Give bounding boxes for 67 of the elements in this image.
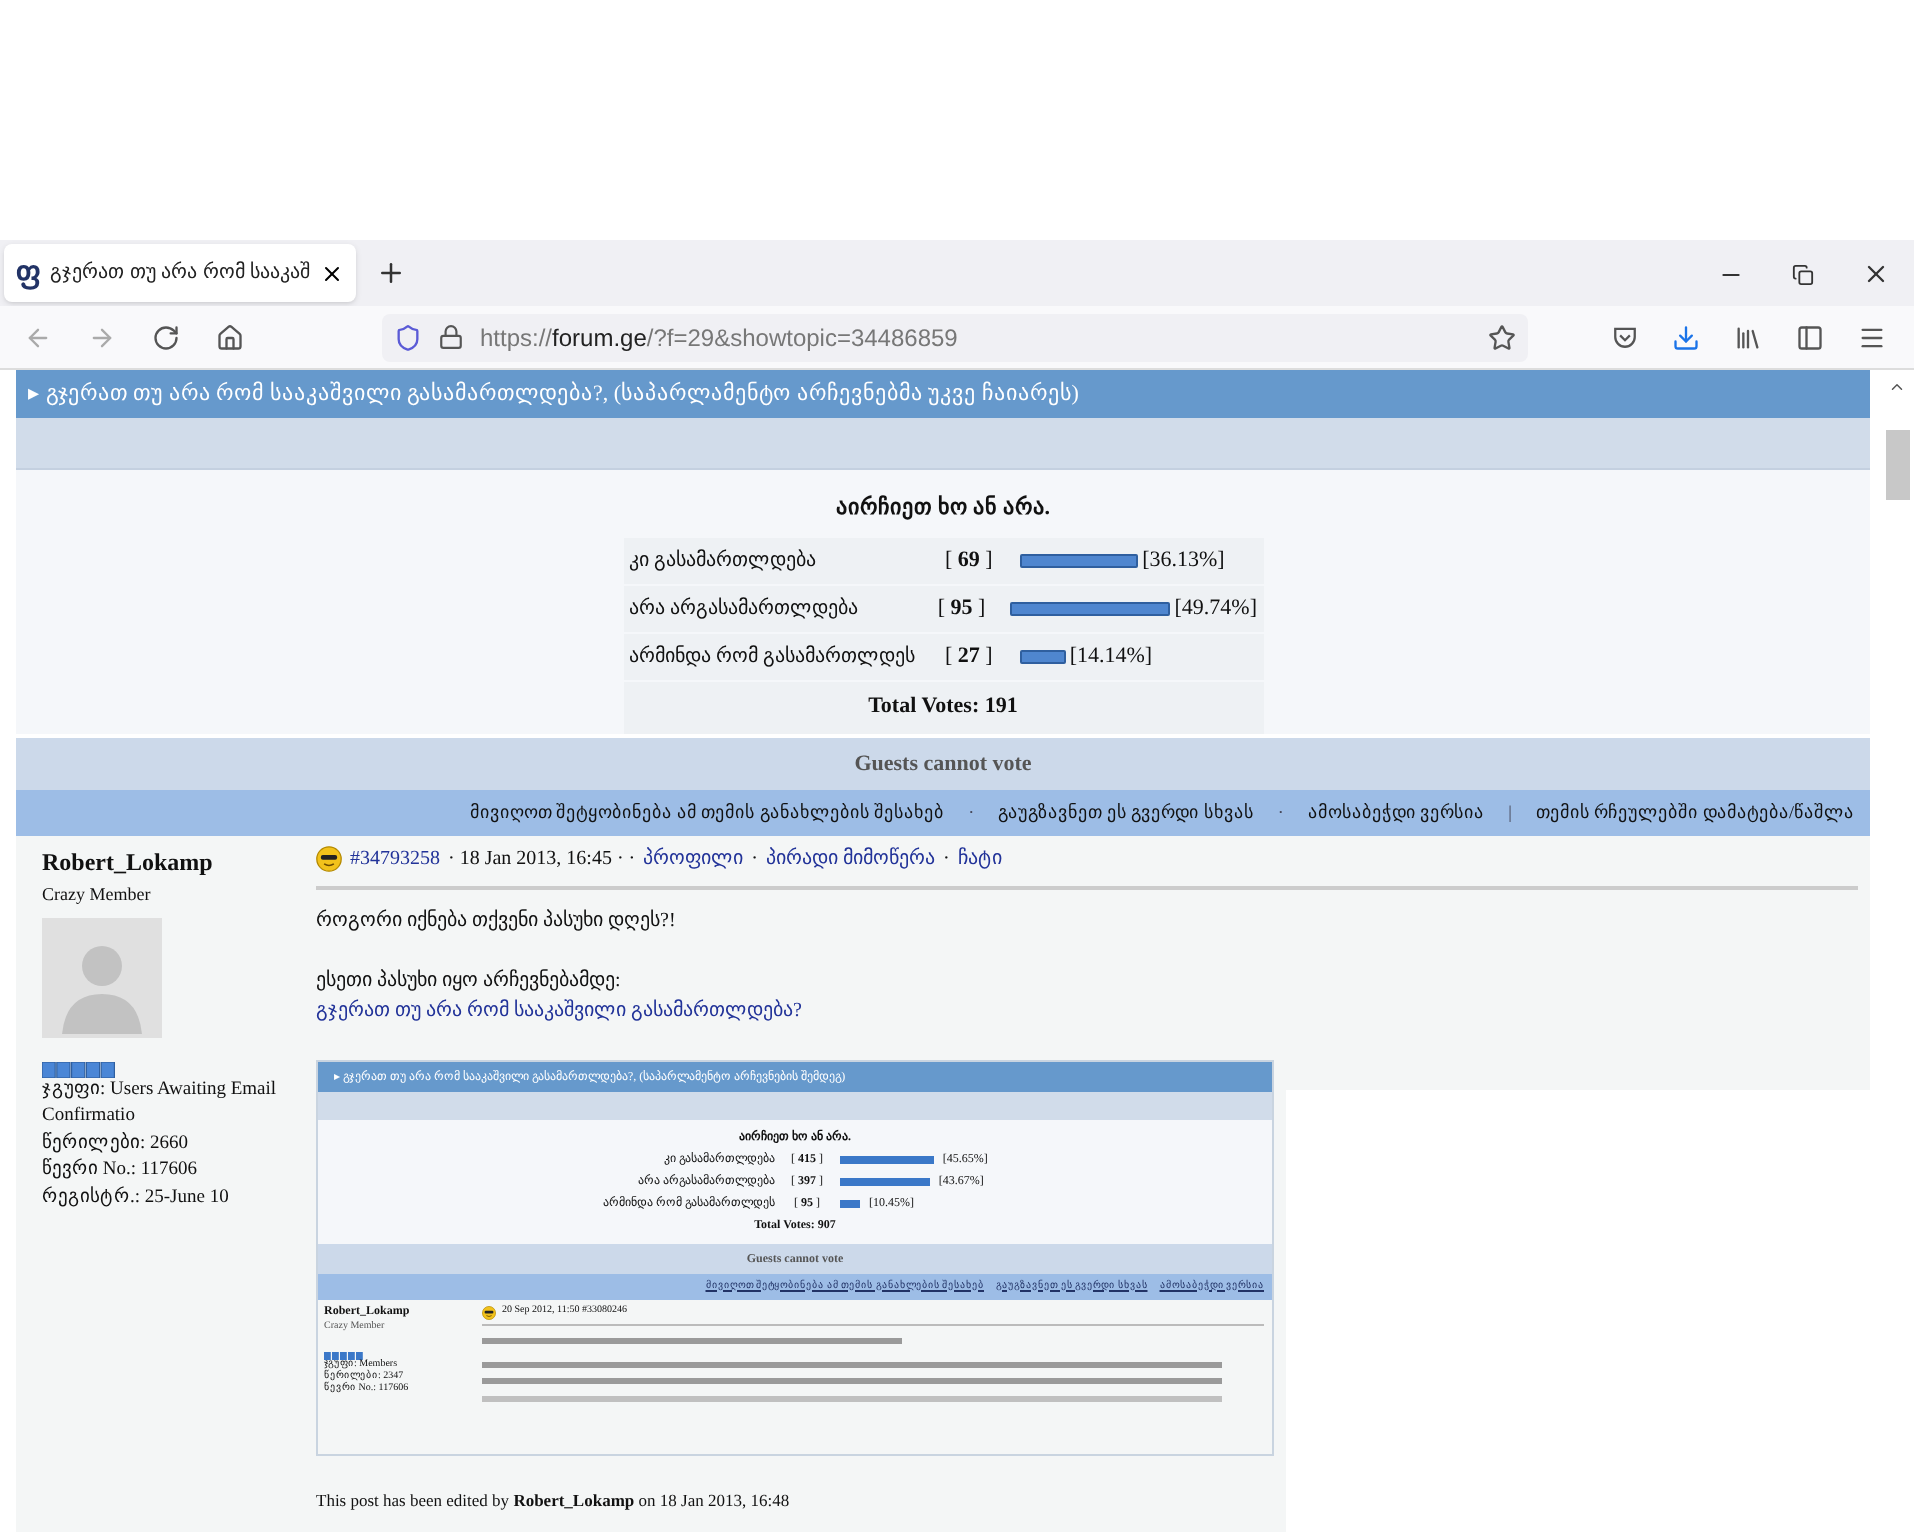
poll-question: აირჩიეთ ხო ან არა. — [836, 493, 1050, 524]
close-icon[interactable] — [1862, 260, 1890, 288]
close-icon[interactable] — [320, 261, 345, 285]
vote-bar — [839, 1200, 861, 1208]
separator: · — [942, 846, 950, 874]
browser-tab[interactable]: ფ გჯერათ თუ არა რომ სააკაშ — [4, 244, 357, 302]
vote-percent: [49.74%] — [1174, 593, 1257, 624]
download-icon[interactable] — [1672, 323, 1700, 351]
member-detail: რეგისტრ.: 25-June 10 — [42, 1185, 231, 1211]
vote-count: [ 69 ] — [945, 545, 995, 576]
separator: · — [966, 799, 977, 826]
topic-title: ▸ გჯერათ თუ არა რომ სააკაშვილი გასამართლდება?, (საპარლამენტო არჩევნებმა უკვე ჩაიარეს) — [28, 379, 1079, 410]
vote-bar — [1019, 649, 1066, 663]
post-text: როგორი იქნება თქვენი პასუხი დღეს?! — [316, 907, 678, 936]
vote-percent: [36.13%] — [1142, 545, 1225, 576]
post-text: ესეთი პასუხი იყო არჩევნებამდე: — [316, 967, 623, 996]
pocket-icon[interactable] — [1612, 324, 1638, 350]
scrollbar-thumb[interactable] — [1885, 430, 1909, 500]
topic-link[interactable]: ჩატი — [957, 844, 1002, 874]
sunglasses-smiley-icon — [316, 846, 342, 872]
topic-link[interactable]: თემის რჩეულებში დამატება/წაშლა — [1535, 799, 1854, 827]
topic-link[interactable]: პროფილი — [643, 844, 744, 874]
lock-icon — [438, 324, 464, 350]
rank-pips-icon — [324, 1352, 364, 1360]
site-logo: ფ — [16, 258, 40, 288]
library-icon[interactable] — [1734, 323, 1762, 351]
tab-title: გჯერათ თუ არა რომ სააკაშ — [50, 259, 311, 288]
address-bar[interactable]: https://forum.ge/?f=29&showtopic=34486859 — [382, 313, 1528, 361]
post-date: · 18 Jan 2013, 16:45 · · — [448, 846, 636, 874]
vote-count: [ 27 ] — [945, 641, 995, 672]
reload-icon[interactable] — [152, 323, 180, 351]
sidebar-icon[interactable] — [1796, 323, 1824, 351]
new-tab-icon[interactable] — [376, 258, 407, 288]
quote-link[interactable]: გჯერათ თუ არა რომ სააკაშვილი გასამართლდება? — [316, 996, 1858, 1026]
rank-pips-icon — [42, 1061, 116, 1077]
separator: | — [1506, 799, 1514, 826]
author-name[interactable]: Robert_Lokamp — [42, 844, 316, 880]
menu-icon[interactable] — [1858, 323, 1886, 351]
shield-icon — [394, 323, 422, 351]
guests-notice: Guests cannot vote — [854, 749, 1032, 780]
topic-link[interactable]: პირადი მიმოწერა — [765, 844, 935, 874]
poll-option: არმინდა რომ გასამართლდეს — [629, 641, 945, 671]
member-detail: წევრი No.: 117606 — [42, 1158, 200, 1184]
vote-bar — [1019, 553, 1139, 567]
home-icon[interactable] — [216, 323, 244, 351]
total-votes: Total Votes: 191 — [868, 692, 1018, 723]
edited-note: This post has been edited by Robert_Lokamp on 18 Jan 2013, 16:48 — [316, 1488, 792, 1514]
restore-icon[interactable] — [1792, 263, 1814, 285]
vote-bar — [839, 1156, 935, 1164]
member-detail: წერილები: 2660 — [42, 1131, 191, 1157]
topic-link[interactable]: ამოსაბეჭდი ვერსია — [1307, 799, 1485, 827]
bookmark-star-icon[interactable] — [1488, 323, 1516, 351]
poll-option: კი გასამართლდება — [629, 545, 945, 575]
vote-bar — [839, 1178, 931, 1186]
url-text: https://forum.ge/?f=29&showtopic=34486859 — [480, 321, 960, 355]
poll-option: არა არგასამართლდება — [629, 593, 938, 623]
avatar — [42, 917, 162, 1037]
separator: · — [1275, 799, 1286, 826]
member-rank: Crazy Member — [42, 882, 153, 908]
scroll-up-icon[interactable] — [1888, 378, 1906, 396]
vote-percent: [14.14%] — [1069, 641, 1153, 672]
post-link[interactable]: #34793258 — [350, 844, 440, 874]
separator: · — [751, 846, 758, 874]
topic-link[interactable]: მივიღოთ შეტყობინება ამ თემის განახლების შესახებ — [469, 799, 945, 827]
topic-link[interactable]: გაუგზავნეთ ეს გვერდი სხვას — [998, 799, 1254, 827]
sunglasses-smiley-icon — [482, 1305, 496, 1319]
vote-count: [ 95 ] — [937, 593, 988, 624]
